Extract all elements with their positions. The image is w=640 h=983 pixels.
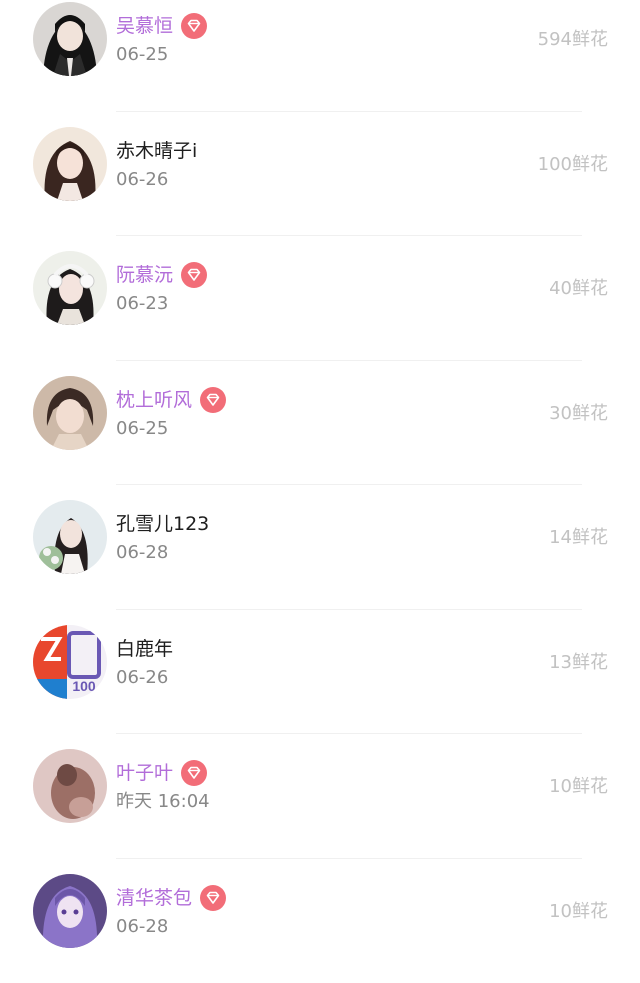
gift-date: 06-28 [116, 540, 168, 566]
vip-diamond-icon [200, 387, 226, 413]
list-item[interactable]: 孔雪儿123 06-28 14鲜花 [0, 485, 640, 610]
name-line: 阮慕沅 [116, 260, 207, 290]
avatar[interactable] [33, 2, 107, 76]
user-name[interactable]: 赤木晴子i [116, 136, 197, 166]
gift-date: 06-25 [116, 42, 168, 68]
list-item[interactable]: 赤木晴子i 06-26 100鲜花 [0, 112, 640, 237]
name-line: 叶子叶 [116, 758, 207, 788]
gift-date: 06-25 [116, 416, 168, 442]
name-line: 吴慕恒 [116, 11, 207, 41]
user-name[interactable]: 清华茶包 [116, 883, 192, 913]
gift-date: 06-26 [116, 665, 168, 691]
avatar[interactable] [33, 251, 107, 325]
avatar[interactable]: 100 [33, 625, 107, 699]
vip-diamond-icon [181, 760, 207, 786]
vip-diamond-icon [181, 262, 207, 288]
list-item[interactable]: 叶子叶 昨天 16:04 10鲜花 [0, 734, 640, 859]
flower-count: 30鲜花 [549, 401, 608, 427]
flower-count: 594鲜花 [538, 27, 608, 53]
name-line: 清华茶包 [116, 883, 226, 913]
gift-ranking-list: 吴慕恒 06-25 594鲜花 赤木晴子i 06-26 100鲜花 [0, 0, 640, 983]
list-item[interactable]: 100 白鹿年 06-26 13鲜花 [0, 610, 640, 735]
flower-count: 13鲜花 [549, 650, 608, 676]
name-line: 枕上听风 [116, 385, 226, 415]
name-line: 白鹿年 [116, 634, 173, 664]
gift-date: 昨天 16:04 [116, 789, 210, 815]
avatar[interactable] [33, 874, 107, 948]
vip-diamond-icon [181, 13, 207, 39]
flower-count: 14鲜花 [549, 525, 608, 551]
list-item[interactable]: 吴慕恒 06-25 594鲜花 [0, 0, 640, 112]
avatar[interactable] [33, 127, 107, 201]
user-name[interactable]: 枕上听风 [116, 385, 192, 415]
list-item[interactable]: 阮慕沅 06-23 40鲜花 [0, 236, 640, 361]
gift-date: 06-23 [116, 291, 168, 317]
avatar[interactable] [33, 749, 107, 823]
flower-count: 10鲜花 [549, 774, 608, 800]
user-name[interactable]: 阮慕沅 [116, 260, 173, 290]
vip-diamond-icon [200, 885, 226, 911]
flower-count: 40鲜花 [549, 276, 608, 302]
name-line: 赤木晴子i [116, 136, 197, 166]
name-line: 孔雪儿123 [116, 509, 209, 539]
user-name[interactable]: 叶子叶 [116, 758, 173, 788]
list-item[interactable]: 清华茶包 06-28 10鲜花 [0, 859, 640, 983]
flower-count: 10鲜花 [549, 899, 608, 925]
svg-text:100: 100 [72, 678, 96, 694]
user-name[interactable]: 孔雪儿123 [116, 509, 209, 539]
gift-date: 06-26 [116, 167, 168, 193]
avatar[interactable] [33, 376, 107, 450]
list-item[interactable]: 枕上听风 06-25 30鲜花 [0, 361, 640, 486]
avatar[interactable] [33, 500, 107, 574]
flower-count: 100鲜花 [538, 152, 608, 178]
user-name[interactable]: 吴慕恒 [116, 11, 173, 41]
user-name[interactable]: 白鹿年 [116, 634, 173, 664]
gift-date: 06-28 [116, 914, 168, 940]
